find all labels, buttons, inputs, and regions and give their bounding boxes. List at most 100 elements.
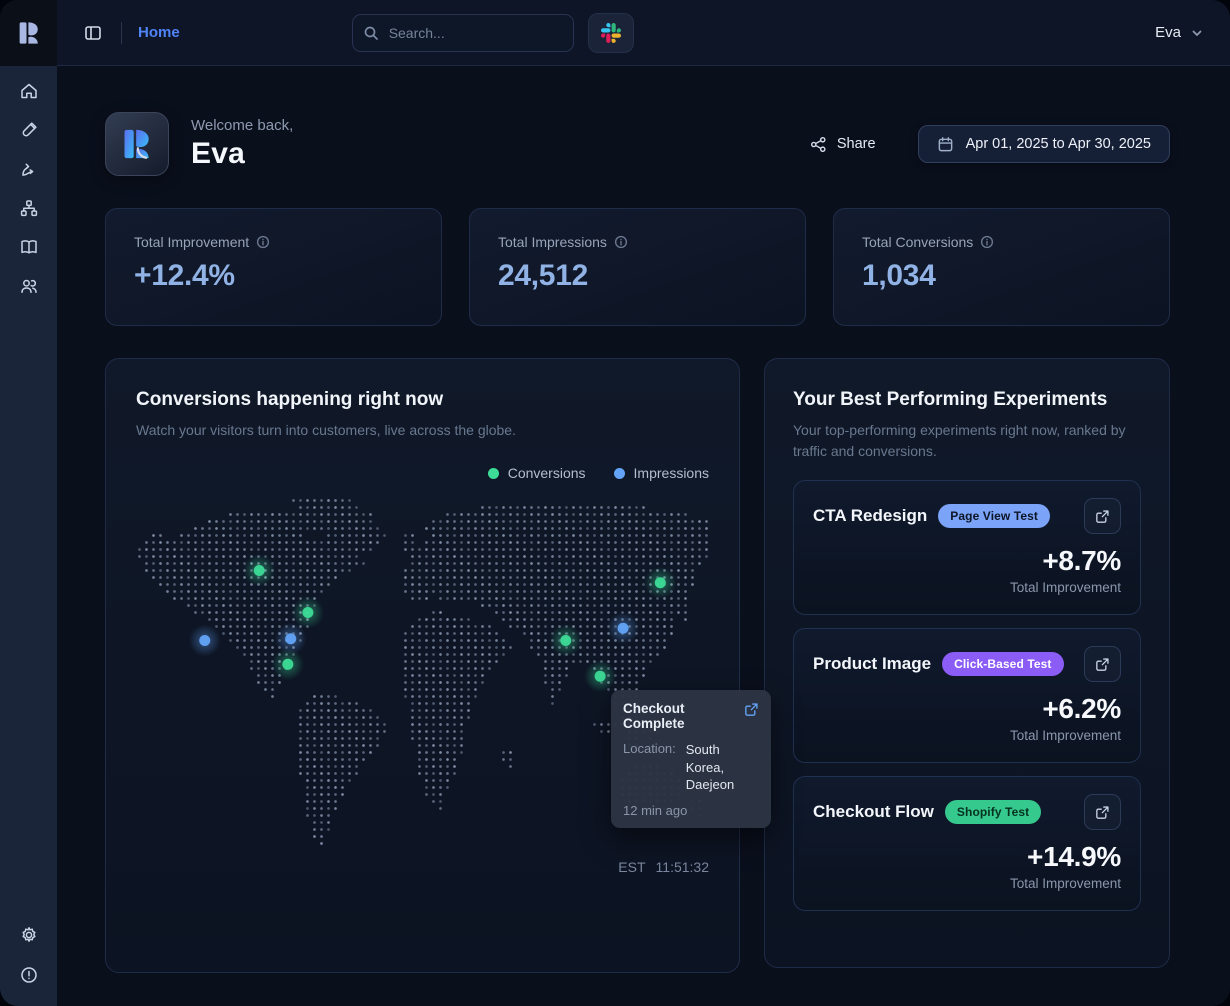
tooltip-location-value: South Korea, Daejeon xyxy=(686,741,759,794)
best-experiments-card: Your Best Performing Experiments Your to… xyxy=(764,358,1170,968)
slack-icon xyxy=(601,23,621,43)
dashboard: Home Eva xyxy=(0,0,1230,1006)
tooltip-location-label: Location: xyxy=(623,741,676,794)
external-link-icon[interactable] xyxy=(744,702,759,717)
welcome-user-name: Eva xyxy=(191,137,293,171)
experiment-name: Product Image xyxy=(813,654,931,674)
experiments-subtitle: Your top-performing experiments right no… xyxy=(793,420,1141,462)
legend-dot xyxy=(488,468,499,479)
experiment-badge: Page View Test xyxy=(938,504,1050,528)
sitemap-icon xyxy=(19,198,39,218)
experiment-name: Checkout Flow xyxy=(813,802,934,822)
experiments-list: CTA Redesign Page View Test +8.7% Total … xyxy=(793,480,1141,911)
sidebar-item-split-tests[interactable] xyxy=(16,156,42,182)
content: Welcome back, Eva Share Apr 01, 2025 to … xyxy=(57,66,1230,1006)
brand-k-logo xyxy=(117,124,157,164)
stat-label: Total Improvement xyxy=(134,234,249,250)
experiment-flask-icon xyxy=(19,120,39,140)
main-row: Conversions happening right now Watch yo… xyxy=(105,358,1170,973)
audience-users-icon xyxy=(19,276,39,296)
sidebar-item-home[interactable] xyxy=(16,78,42,104)
legend-label: Impressions xyxy=(634,465,709,481)
experiment-value: +8.7% xyxy=(813,545,1121,577)
open-experiment-button[interactable] xyxy=(1084,498,1121,534)
chevron-down-icon xyxy=(1190,26,1204,40)
date-range-label: Apr 01, 2025 to Apr 30, 2025 xyxy=(966,136,1151,152)
sidebar-item-experiments[interactable] xyxy=(16,117,42,143)
experiment-value: +14.9% xyxy=(813,841,1121,873)
experiments-title: Your Best Performing Experiments xyxy=(793,389,1141,411)
map-card-subtitle: Watch your visitors turn into customers,… xyxy=(136,420,709,441)
app-window: Home Eva xyxy=(0,0,1230,1006)
timezone-label: EST xyxy=(618,859,645,875)
user-name: Eva xyxy=(1155,24,1181,41)
sidebar-logo[interactable] xyxy=(0,0,57,66)
experiment-name: CTA Redesign xyxy=(813,506,927,526)
welcome-text: Welcome back, Eva xyxy=(191,117,293,171)
tooltip-title: Checkout Complete xyxy=(623,701,736,731)
info-icon[interactable] xyxy=(614,235,628,249)
sidebar-item-audience[interactable] xyxy=(16,273,42,299)
user-menu[interactable]: Eva xyxy=(1155,24,1204,41)
info-icon[interactable] xyxy=(980,235,994,249)
sidebar-item-settings[interactable] xyxy=(16,922,42,948)
experiment-item-product-image[interactable]: Product Image Click-Based Test +6.2% Tot… xyxy=(793,628,1141,763)
sidebar-nav xyxy=(16,66,42,299)
stat-card-total-improvement: Total Improvement +12.4% xyxy=(105,208,442,326)
calendar-icon xyxy=(937,136,954,153)
sidebar-item-alerts[interactable] xyxy=(16,962,42,988)
stat-value: 1,034 xyxy=(862,259,1141,293)
welcome-row: Welcome back, Eva Share Apr 01, 2025 to … xyxy=(105,112,1170,176)
sidebar-item-docs[interactable] xyxy=(16,234,42,260)
nav-home-link[interactable]: Home xyxy=(138,24,180,41)
experiment-caption: Total Improvement xyxy=(813,580,1121,595)
sidebar-item-sitemap[interactable] xyxy=(16,195,42,221)
stats-row: Total Improvement +12.4% Total Impressio… xyxy=(105,208,1170,326)
welcome-greeting: Welcome back, xyxy=(191,117,293,134)
date-range-button[interactable]: Apr 01, 2025 to Apr 30, 2025 xyxy=(918,125,1170,163)
experiment-caption: Total Improvement xyxy=(813,728,1121,743)
external-link-icon xyxy=(1095,657,1110,672)
open-experiment-button[interactable] xyxy=(1084,794,1121,830)
map-clock: EST 11:51:32 xyxy=(136,859,709,875)
experiment-badge: Click-Based Test xyxy=(942,652,1063,676)
stat-value: 24,512 xyxy=(498,259,777,293)
share-label: Share xyxy=(837,136,876,152)
clock-time: 11:51:32 xyxy=(656,859,709,875)
stat-label: Total Conversions xyxy=(862,234,973,250)
experiment-item-cta-redesign[interactable]: CTA Redesign Page View Test +8.7% Total … xyxy=(793,480,1141,615)
brand-k-icon xyxy=(14,18,44,48)
sidebar-toggle-button[interactable] xyxy=(79,19,107,47)
experiment-caption: Total Improvement xyxy=(813,876,1121,891)
slack-button[interactable] xyxy=(588,13,634,53)
split-branch-icon xyxy=(19,159,39,179)
open-experiment-button[interactable] xyxy=(1084,646,1121,682)
map-card-title: Conversions happening right now xyxy=(136,389,709,411)
legend-dot xyxy=(614,468,625,479)
share-button[interactable]: Share xyxy=(810,136,876,153)
conversion-tooltip: Checkout Complete Location: South Korea,… xyxy=(611,690,771,828)
experiment-value: +6.2% xyxy=(813,693,1121,725)
external-link-icon xyxy=(1095,805,1110,820)
settings-gear-icon xyxy=(19,925,39,945)
home-icon xyxy=(19,81,39,101)
external-link-icon xyxy=(1095,509,1110,524)
experiment-item-checkout-flow[interactable]: Checkout Flow Shopify Test +14.9% Total … xyxy=(793,776,1141,911)
legend-label: Conversions xyxy=(508,465,586,481)
map-legend: Conversions Impressions xyxy=(136,465,709,481)
topbar-divider xyxy=(121,22,122,44)
topbar: Home Eva xyxy=(57,0,1230,66)
stat-card-total-impressions: Total Impressions 24,512 xyxy=(469,208,806,326)
legend-item-conversions: Conversions xyxy=(488,465,586,481)
search-input[interactable] xyxy=(352,14,574,52)
docs-book-icon xyxy=(19,237,39,257)
info-icon[interactable] xyxy=(256,235,270,249)
stat-value: +12.4% xyxy=(134,259,413,293)
alert-circle-icon xyxy=(19,965,39,985)
tooltip-time-ago: 12 min ago xyxy=(623,803,759,818)
share-icon xyxy=(810,136,827,153)
search xyxy=(352,14,574,52)
stat-card-total-conversions: Total Conversions 1,034 xyxy=(833,208,1170,326)
brand-tile xyxy=(105,112,169,176)
stat-label: Total Impressions xyxy=(498,234,607,250)
